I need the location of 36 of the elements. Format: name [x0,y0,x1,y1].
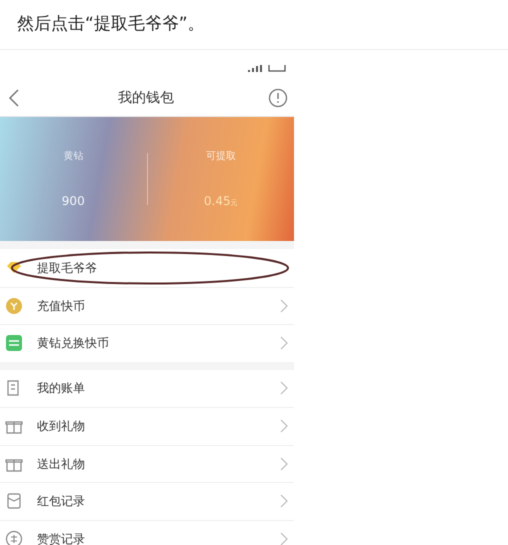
balance-value: 900 [62,192,85,210]
menu-item[interactable]: 赞赏记录 [0,520,294,545]
chevron-right-icon [280,456,288,471]
signal-icon [248,65,264,73]
menu-label: 黄钻兑换快币 [37,335,110,352]
chevron-right-icon [280,381,288,396]
menu-label: 送出礼物 [37,456,86,473]
balance-label: 可提取 [206,150,236,164]
caption-text: 然后点击“提取毛爷爷”。 [17,12,205,36]
menu-label: 提取毛爷爷 [37,260,98,277]
menu-label: 我的账单 [37,380,86,398]
chevron-right-icon [280,532,288,545]
chevron-right-icon [280,336,288,350]
menu-label: 红包记录 [37,493,86,510]
menu-label: 赞赏记录 [37,530,86,545]
menu-item[interactable]: 送出礼物 [0,444,294,482]
menu-label: 充值快币 [37,298,86,315]
medal-icon [5,530,23,545]
exchange-icon [5,334,23,352]
menu-item[interactable]: 黄钻兑换快币 [0,324,294,362]
menu-label: 收到礼物 [37,418,86,436]
envelope-icon [5,492,23,510]
menu-item[interactable]: 我的账单 [0,370,294,407]
chevron-right-icon [280,419,288,434]
screen-title: 我的钱包 [118,88,174,108]
balance-label: 黄钻 [63,150,84,164]
menu-item[interactable]: 充值快币 [0,286,294,324]
menu-item[interactable]: 红包记录 [0,482,294,520]
chevron-right-icon [280,494,288,508]
menu-item[interactable]: 收到礼物 [0,407,294,444]
info-icon[interactable] [268,88,288,108]
balance-value: 0.45 [204,192,231,210]
battery-icon [268,65,288,73]
menu-item[interactable]: 提取毛爷爷 [0,249,294,286]
coin-icon [5,296,23,315]
chevron-right-icon [280,298,288,313]
